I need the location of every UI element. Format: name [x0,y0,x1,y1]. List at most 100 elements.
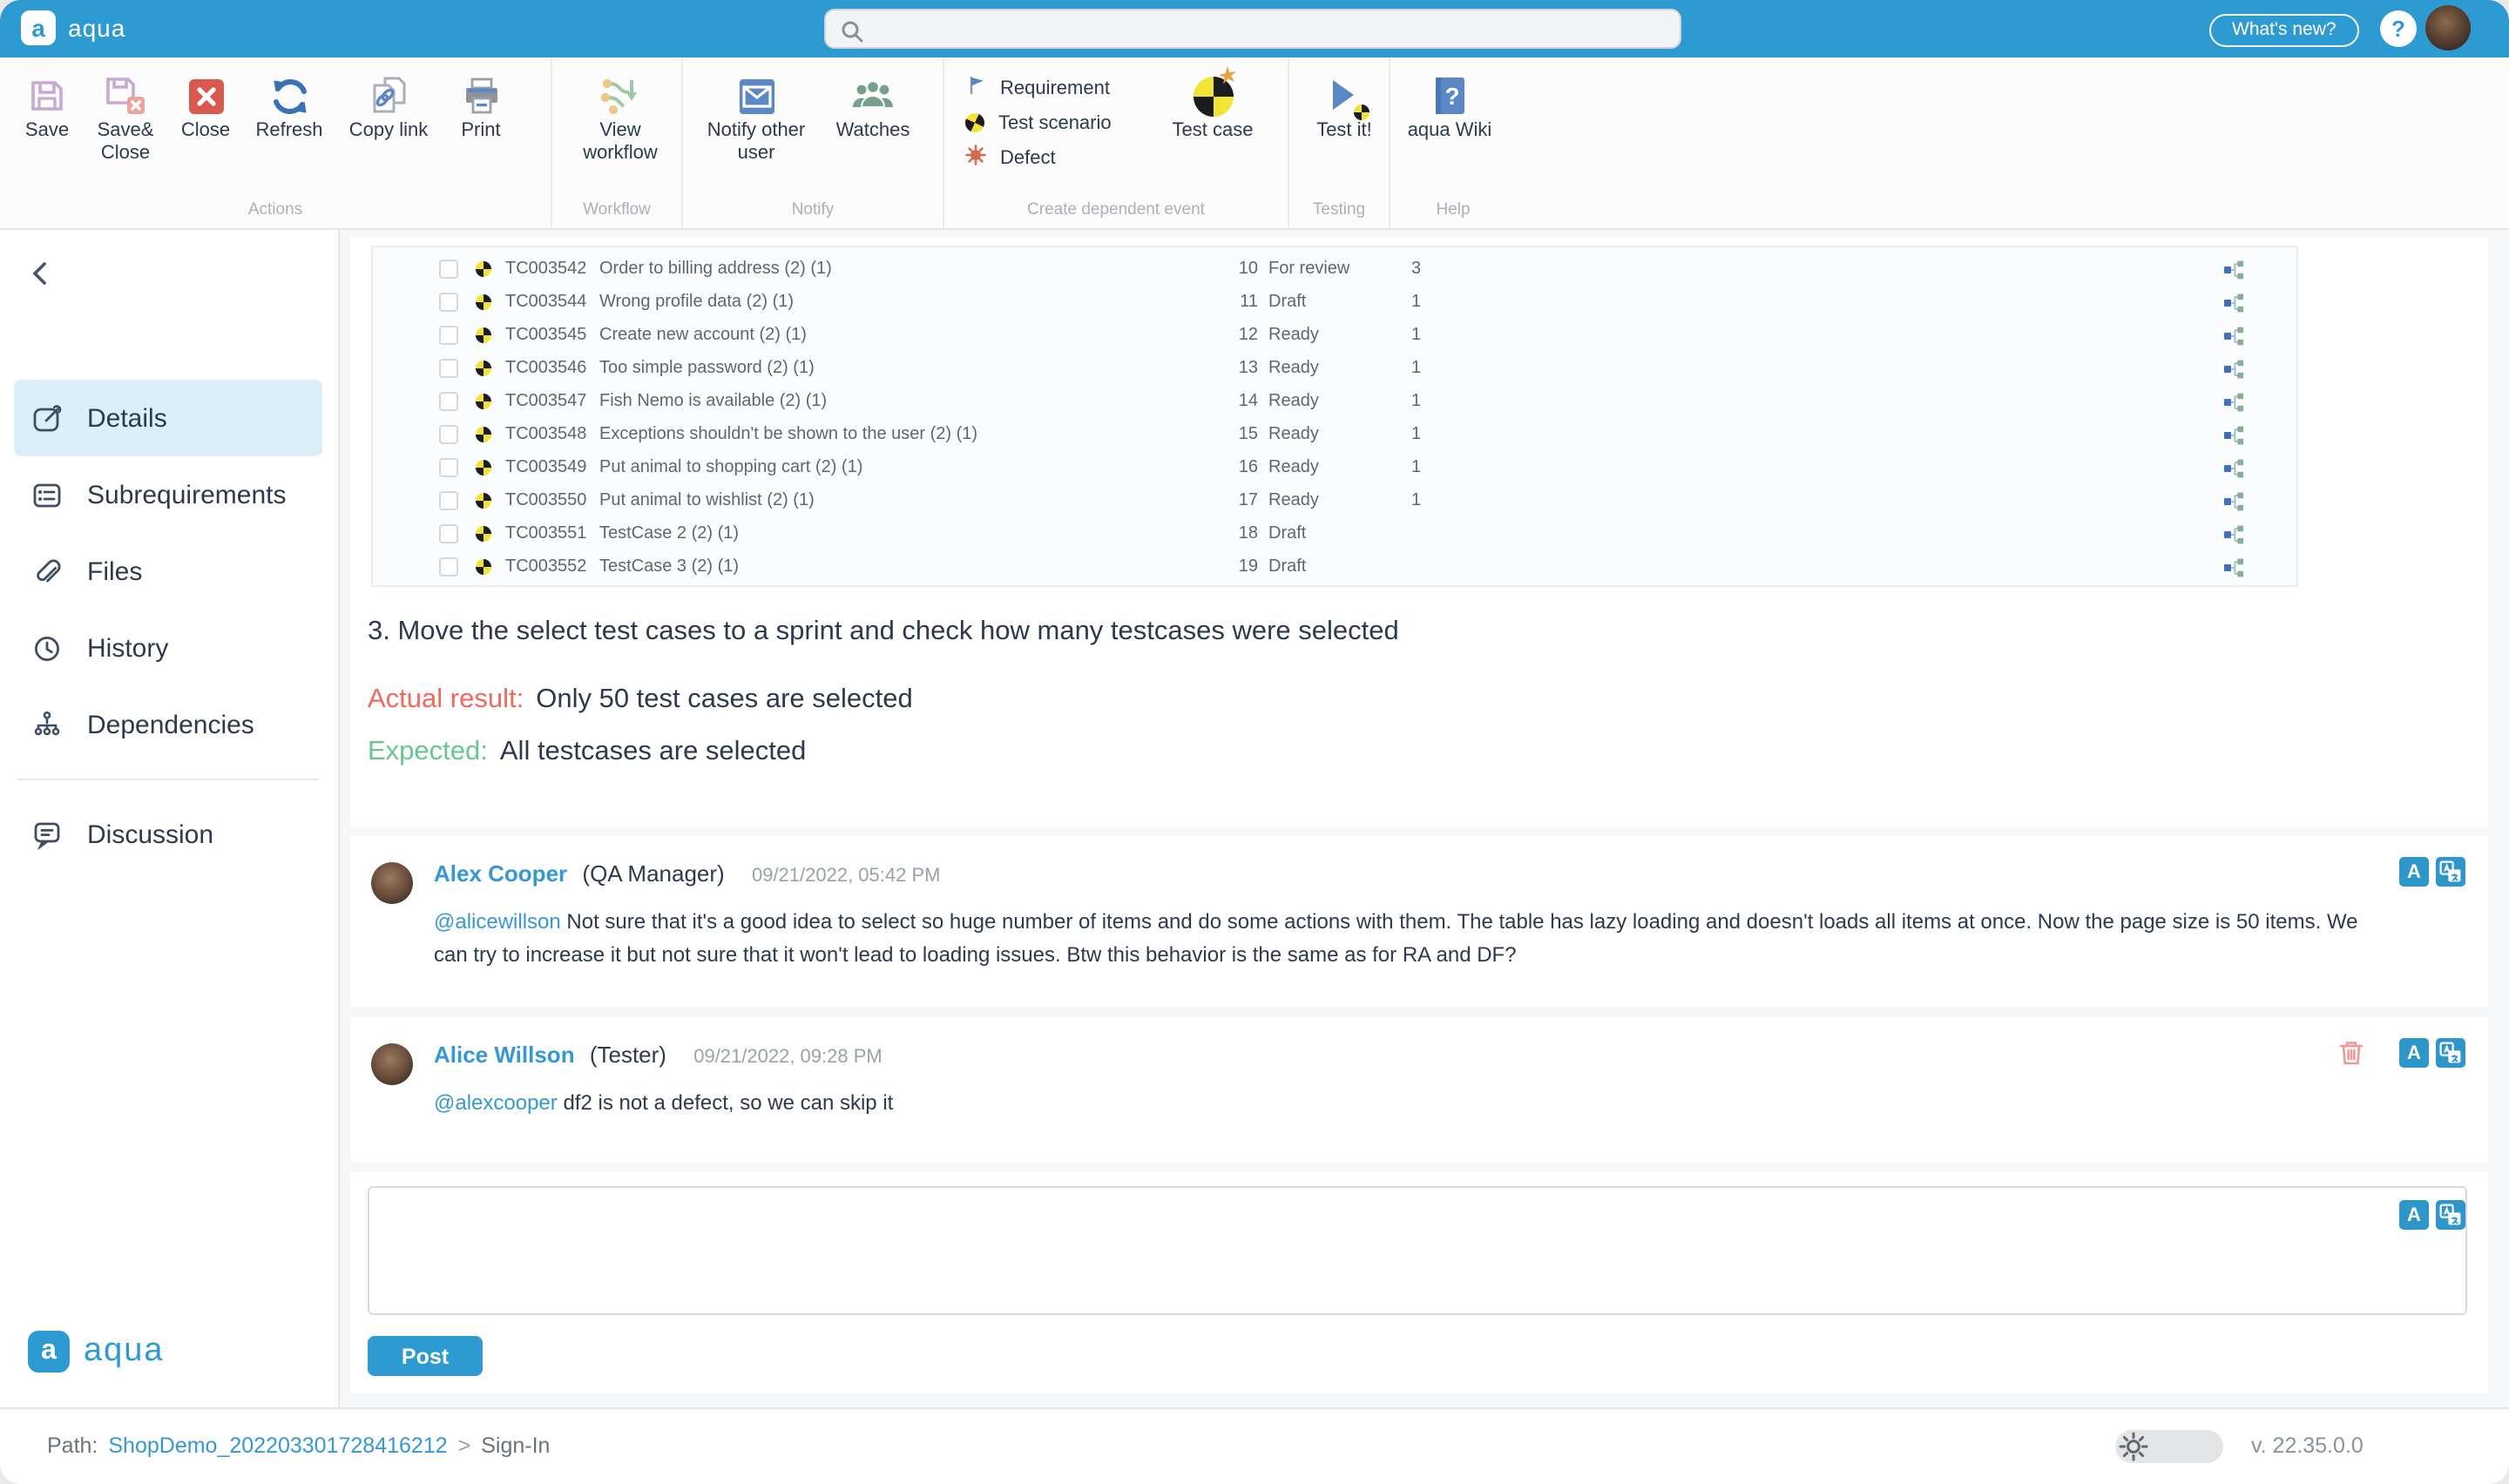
close-button[interactable]: Close [167,57,244,143]
format-text-button[interactable]: A [2399,857,2429,887]
create-requirement-item[interactable]: Requirement [955,75,1150,101]
dependencies-icon[interactable] [2223,557,2244,590]
comment-composer: A Post [350,1172,2488,1393]
row-checkbox[interactable] [439,326,458,345]
sidebar-item-details[interactable]: Details [14,380,322,456]
table-row[interactable]: TC003549Put animal to shopping cart (2) … [373,451,2296,484]
row-checkbox[interactable] [439,557,458,577]
notify-other-user-button[interactable]: Notify other user [693,57,819,165]
print-button[interactable]: Print [443,57,519,143]
table-row[interactable]: TC003542Order to billing address (2) (1)… [373,253,2296,286]
clock-icon [31,632,63,664]
search-input[interactable] [875,17,1648,41]
translate-button[interactable] [2436,1200,2465,1230]
create-test-case-button[interactable]: Test case [1150,57,1275,143]
refresh-button[interactable]: Refresh [244,57,335,143]
comment-body: @alexcooper df2 is not a defect, so we c… [434,1087,2382,1120]
actual-result-value: Only 50 test cases are selected [536,685,913,714]
comment-author[interactable]: Alex Cooper [434,860,567,887]
sidebar-item-discussion[interactable]: Discussion [14,796,322,873]
watches-button[interactable]: Watches [819,57,927,143]
comment-author-role: (Tester) [590,1042,666,1068]
workflow-icon [598,71,643,120]
ribbon-group-create-dependent: Requirement Test scenario Defect Tes [944,57,1289,228]
translate-button[interactable] [2436,857,2465,887]
breadcrumb: Path:ShopDemo_202203301728416212>Sign-In [47,1409,550,1484]
save-and-close-button[interactable]: Save& Close [84,57,167,165]
hierarchy-icon [31,709,63,740]
create-test-scenario-item[interactable]: Test scenario [955,110,1150,136]
comment-author[interactable]: Alice Willson [434,1042,575,1068]
row-checkbox[interactable] [439,392,458,411]
chevron-left-icon [24,258,56,289]
sidebar-item-subrequirements[interactable]: Subrequirements [14,456,322,533]
format-text-button[interactable]: A [2399,1200,2429,1230]
delete-comment-button[interactable] [2337,1038,2366,1076]
top-bar: a aqua What's new? ? [0,0,2509,57]
translate-button[interactable] [2436,1038,2465,1068]
app-logo[interactable]: a aqua [21,10,125,45]
dependent-event-stack: Requirement Test scenario Defect [955,57,1150,171]
create-defect-item[interactable]: Defect [955,145,1150,171]
table-row[interactable]: TC003551TestCase 2 (2) (1) 18Draft [373,517,2296,550]
refresh-icon [267,71,311,120]
row-checkbox[interactable] [439,260,458,279]
footer-bar: Path:ShopDemo_202203301728416212>Sign-In… [0,1407,2509,1484]
copy-link-button[interactable]: Copy link [335,57,443,143]
settings-toggle[interactable] [2115,1430,2223,1463]
comment-text: df2 is not a defect, so we can skip it [558,1090,894,1115]
ribbon-toolbar: Save Save& Close Close Refresh C [0,57,2509,230]
table-row[interactable]: TC003545Create new account (2) (1) 12Rea… [373,319,2296,352]
row-checkbox[interactable] [439,524,458,543]
test-case-icon [476,261,491,277]
format-text-button[interactable]: A [2399,1038,2429,1068]
whats-new-button[interactable]: What's new? [2209,14,2359,47]
user-avatar[interactable] [2425,5,2471,51]
sidebar-nav: Details Subrequirements Files History De… [0,380,336,873]
row-checkbox[interactable] [439,458,458,477]
user-mention[interactable]: @alicewillson [434,909,561,934]
sidebar-item-files[interactable]: Files [14,533,322,610]
table-row[interactable]: TC003548Exceptions shouldn't be shown to… [373,418,2296,451]
comment-text: Not sure that it's a good idea to select… [434,909,2358,967]
global-search[interactable] [824,9,1681,49]
sidebar-item-dependencies[interactable]: Dependencies [14,686,322,763]
collapse-sidebar-button[interactable] [24,258,59,293]
details-section: TC003542Order to billing address (2) (1)… [350,237,2488,827]
view-workflow-button[interactable]: View workflow [563,57,678,165]
row-checkbox[interactable] [439,293,458,312]
actual-result-label: Actual result: [368,685,524,714]
sidebar-item-history[interactable]: History [14,610,322,686]
path-project-link[interactable]: ShopDemo_202203301728416212 [108,1433,447,1458]
comment-input[interactable] [369,1188,2465,1313]
ribbon-group-actions: Save Save& Close Close Refresh C [0,57,552,228]
test-case-icon [476,361,491,376]
test-it-button[interactable]: Test it! [1300,57,1389,143]
post-button[interactable]: Post [368,1336,483,1376]
table-row[interactable]: TC003547Fish Nemo is available (2) (1) 1… [373,385,2296,418]
edit-icon [31,402,63,434]
table-row[interactable]: TC003552TestCase 3 (2) (1) 19Draft [373,550,2296,583]
expected-value: All testcases are selected [500,737,807,766]
help-button[interactable]: ? [2380,10,2417,47]
watchers-icon [850,71,896,120]
row-checkbox[interactable] [439,491,458,510]
table-row[interactable]: TC003546Too simple password (2) (1) 13Re… [373,352,2296,385]
comment-card: Alex Cooper (QA Manager) 09/21/2022, 05:… [350,836,2488,1007]
aqua-wiki-button[interactable]: ? aqua Wiki [1401,57,1498,143]
row-checkbox[interactable] [439,425,458,444]
requirement-icon [965,75,986,101]
comment-body: @alicewillson Not sure that it's a good … [434,906,2382,973]
table-row[interactable]: TC003550Put animal to wishlist (2) (1) 1… [373,484,2296,517]
save-button[interactable]: Save [10,57,84,143]
test-case-icon [1193,71,1233,120]
test-case-icon [476,294,491,310]
row-checkbox[interactable] [439,359,458,378]
table-row[interactable]: TC003544Wrong profile data (2) (1) 11Dra… [373,286,2296,319]
test-case-icon [476,327,491,343]
breadcrumb-separator: > [458,1433,471,1458]
comment-input-box[interactable] [368,1186,2467,1315]
user-mention[interactable]: @alexcooper [434,1090,558,1115]
test-case-icon [476,559,491,575]
expected-label: Expected: [368,737,488,766]
